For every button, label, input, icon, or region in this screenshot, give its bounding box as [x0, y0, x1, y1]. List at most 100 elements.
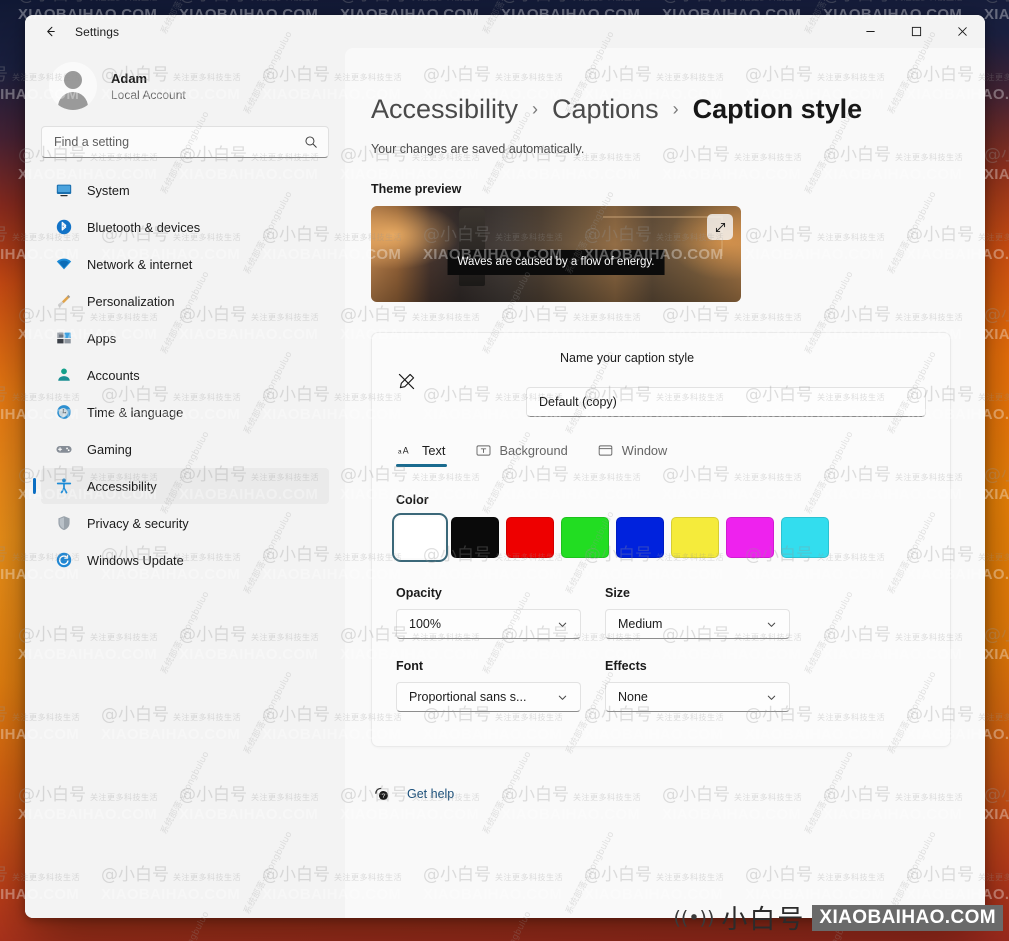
opacity-field: Opacity 100%: [396, 586, 581, 639]
color-swatch-blue[interactable]: [616, 517, 664, 558]
brand-watermark: ((•)) 小白号 XIAOBAIHAO.COM: [674, 899, 1003, 936]
sidebar-item-gaming[interactable]: Gaming: [41, 431, 329, 467]
svg-text:a: a: [398, 448, 402, 455]
chevron-down-icon: [766, 619, 780, 630]
color-swatch-black[interactable]: [451, 517, 499, 558]
size-label: Size: [605, 586, 631, 600]
size-value: Medium: [618, 617, 663, 631]
opacity-dropdown[interactable]: 100%: [396, 609, 581, 639]
caption-name-heading: Name your caption style: [560, 351, 695, 365]
size-dropdown[interactable]: Medium: [605, 609, 790, 639]
maximize-button[interactable]: [893, 15, 939, 48]
style-options-grid: Opacity 100% Size Medium Font Proportion…: [396, 586, 926, 712]
caption-style-name-input[interactable]: [526, 387, 926, 417]
caption-name-right: Name your caption style: [526, 351, 926, 417]
help-question-icon: ?: [373, 785, 391, 803]
window-box-icon: [598, 442, 614, 458]
sidebar-item-accounts[interactable]: Accounts: [41, 357, 329, 393]
search-button[interactable]: [301, 132, 321, 152]
accounts-person-icon: [54, 365, 74, 385]
theme-preview-image: Waves are caused by a flow of energy.: [371, 206, 741, 302]
get-help-link[interactable]: Get help: [407, 787, 454, 801]
sidebar-item-apps[interactable]: Apps: [41, 320, 329, 356]
sidebar-item-label: Time & language: [87, 404, 184, 420]
maximize-icon: [911, 26, 921, 37]
color-swatch-yellow[interactable]: [671, 517, 719, 558]
breadcrumb-captions[interactable]: Captions: [552, 92, 659, 126]
sidebar-item-label: System: [87, 182, 130, 198]
sidebar-item-time-language[interactable]: Time & language: [41, 394, 329, 430]
sidebar-item-network-internet[interactable]: Network & internet: [41, 246, 329, 282]
color-swatch-cyan[interactable]: [781, 517, 829, 558]
font-label: Font: [396, 659, 424, 673]
breadcrumb-accessibility[interactable]: Accessibility: [371, 92, 518, 126]
effects-field: Effects None: [605, 659, 790, 712]
sidebar-item-label: Network & internet: [87, 256, 193, 272]
auto-save-note: Your changes are saved automatically.: [371, 142, 585, 156]
wifi-icon: [54, 254, 74, 274]
sidebar-item-accessibility[interactable]: Accessibility: [41, 468, 329, 504]
font-dropdown[interactable]: Proportional sans s...: [396, 682, 581, 712]
sidebar-item-bluetooth-devices[interactable]: Bluetooth & devices: [41, 209, 329, 245]
caption-name-left: [396, 351, 526, 397]
minimize-button[interactable]: [847, 15, 893, 48]
close-button[interactable]: [939, 15, 985, 48]
color-swatch-magenta[interactable]: [726, 517, 774, 558]
tab-label: Background: [499, 442, 568, 458]
theme-preview-label: Theme preview: [371, 182, 462, 196]
get-help-row[interactable]: ? Get help: [373, 785, 951, 803]
sidebar-item-label: Privacy & security: [87, 515, 189, 531]
gamepad-icon: [54, 439, 74, 459]
search-box: [41, 126, 329, 158]
color-swatch-green[interactable]: [561, 517, 609, 558]
pen-edit-icon: [396, 371, 526, 397]
paintbrush-icon: [54, 291, 74, 311]
caption-style-card: Name your caption style aA Text: [371, 332, 951, 747]
sidebar-item-personalization[interactable]: Personalization: [41, 283, 329, 319]
search-input[interactable]: [41, 126, 329, 158]
arrow-left-icon: [46, 26, 55, 37]
account-name: Adam: [111, 70, 148, 86]
window-titlebar: Settings: [25, 15, 985, 48]
background-t-box-icon: [475, 442, 491, 458]
text-aA-icon: aA: [398, 442, 414, 458]
svg-text:?: ?: [382, 793, 386, 800]
chevron-down-icon: [557, 619, 571, 630]
caption-name-row: Name your caption style: [396, 351, 926, 417]
tab-label: Window: [621, 442, 668, 458]
broadcast-icon: ((•)): [673, 906, 715, 929]
breadcrumb: Accessibility › Captions › Caption style: [371, 92, 951, 126]
minimize-icon: [865, 31, 875, 32]
font-field: Font Proportional sans s...: [396, 659, 581, 712]
tab-window[interactable]: Window: [596, 439, 670, 467]
account-block[interactable]: Adam Local Account: [41, 48, 329, 124]
opacity-value: 100%: [409, 617, 441, 631]
sidebar-item-windows-update[interactable]: Windows Update: [41, 542, 329, 578]
refresh-circle-icon: [54, 550, 74, 570]
tab-background[interactable]: Background: [473, 439, 569, 467]
accessibility-person-icon: [54, 476, 74, 496]
close-icon: [957, 27, 967, 36]
back-button[interactable]: [35, 17, 65, 47]
color-swatch-list: [392, 513, 926, 562]
expand-preview-button[interactable]: [707, 214, 733, 240]
effects-dropdown[interactable]: None: [605, 682, 790, 712]
sidebar-nav: System Bluetooth & devices Network & int…: [41, 172, 329, 578]
window-controls: [847, 15, 985, 48]
avatar: [49, 62, 97, 110]
color-swatch-red[interactable]: [506, 517, 554, 558]
sidebar-item-label: Windows Update: [87, 552, 184, 568]
sidebar-item-privacy-security[interactable]: Privacy & security: [41, 505, 329, 541]
sidebar-item-label: Gaming: [87, 441, 132, 457]
style-target-tabs: aA Text Background Window: [396, 439, 926, 467]
sidebar-item-system[interactable]: System: [41, 172, 329, 208]
sidebar: Adam Local Account Sy: [25, 48, 345, 918]
brand-name-cn: 小白号: [721, 905, 806, 935]
effects-label: Effects: [605, 659, 647, 673]
sidebar-item-label: Apps: [87, 330, 117, 346]
search-icon: [305, 136, 317, 148]
breadcrumb-separator: ›: [672, 99, 679, 119]
content-pane: Accessibility › Captions › Caption style…: [345, 48, 985, 918]
color-swatch-white[interactable]: [392, 513, 448, 562]
tab-text[interactable]: aA Text: [396, 439, 448, 467]
